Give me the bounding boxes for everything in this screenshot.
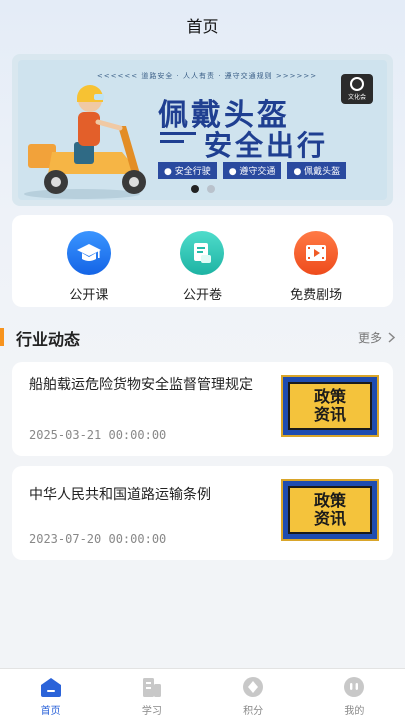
news-date: 2023-07-20 00:00:00	[29, 532, 167, 546]
tab-label: 首页	[40, 706, 61, 717]
more-label: 更多	[357, 331, 382, 345]
policy-news-thumbnail: 政策 资讯	[281, 375, 379, 437]
document-icon	[180, 231, 225, 275]
page-title: 首页	[186, 17, 219, 36]
banner-logo-text: 文化会	[347, 94, 366, 101]
bottom-tab-bar: 首页 学习 积分 我的	[0, 668, 405, 720]
banner-image: <<<<<< 道路安全 · 人人有责 · 遵守交通规则 >>>>>> 文化会 佩…	[18, 60, 387, 200]
more-link[interactable]: 更多	[358, 329, 395, 346]
banner-headline-2: 安全出行	[204, 129, 329, 162]
carousel-indicator	[0, 185, 405, 193]
policy-news-thumbnail: 政策 资讯	[281, 479, 379, 541]
industry-news-header: 行业动态 更多	[0, 322, 405, 352]
quick-menu-free-theater[interactable]: 免费剧场	[271, 215, 361, 307]
app-header: 首页	[0, 0, 405, 50]
quick-menu: 公开课 公开卷 免费剧场	[12, 215, 393, 307]
news-card[interactable]: 船舶载运危险货物安全监督管理规定 2025-03-21 00:00:00 政策 …	[12, 362, 393, 456]
tab-label: 积分	[243, 706, 264, 717]
thumb-text-line1: 政策	[313, 491, 346, 510]
scooter-rider-illustration	[24, 85, 146, 199]
chevron-right-icon	[388, 332, 395, 343]
thumb-text-line2: 资讯	[313, 509, 346, 528]
carousel-dot-active[interactable]	[190, 185, 199, 193]
profile-icon	[342, 676, 366, 698]
news-title: 船舶载运危险货物安全监督管理规定	[29, 377, 253, 393]
quick-menu-public-paper[interactable]: 公开卷	[157, 215, 247, 307]
banner-tag: ● 佩戴头盔	[287, 162, 347, 179]
tab-mine[interactable]: 我的	[304, 669, 405, 720]
tab-home[interactable]: 首页	[0, 669, 101, 720]
banner-tag: ● 遵守交通	[222, 162, 282, 179]
carousel-dot[interactable]	[206, 185, 215, 193]
quick-menu-label: 公开卷	[182, 288, 222, 303]
news-card[interactable]: 中华人民共和国道路运输条例 2023-07-20 00:00:00 政策 资讯	[12, 466, 393, 560]
tab-label: 我的	[344, 706, 365, 717]
home-icon	[39, 676, 63, 698]
news-date: 2025-03-21 00:00:00	[29, 428, 167, 442]
points-icon	[241, 676, 265, 698]
banner-tag: ● 安全行驶	[158, 162, 217, 179]
banner-carousel[interactable]: <<<<<< 道路安全 · 人人有责 · 遵守交通规则 >>>>>> 文化会 佩…	[12, 54, 393, 206]
tab-points[interactable]: 积分	[203, 669, 304, 720]
graduation-cap-icon	[66, 231, 111, 275]
quick-menu-label: 公开课	[69, 288, 109, 303]
banner-logo: 文化会	[341, 74, 373, 104]
section-accent-bar	[0, 328, 4, 346]
banner-tag-row: ● 安全行驶 ● 遵守交通 ● 佩戴头盔	[158, 162, 347, 179]
thumb-text-line2: 资讯	[313, 405, 346, 424]
building-icon	[140, 676, 164, 698]
thumb-text-line1: 政策	[313, 387, 346, 406]
news-title: 中华人民共和国道路运输条例	[29, 487, 211, 503]
quick-menu-label: 免费剧场	[290, 288, 343, 303]
section-title: 行业动态	[16, 330, 81, 349]
quick-menu-public-course[interactable]: 公开课	[44, 215, 134, 307]
tab-label: 学习	[141, 706, 162, 717]
tab-study[interactable]: 学习	[101, 669, 202, 720]
film-icon	[294, 231, 339, 275]
